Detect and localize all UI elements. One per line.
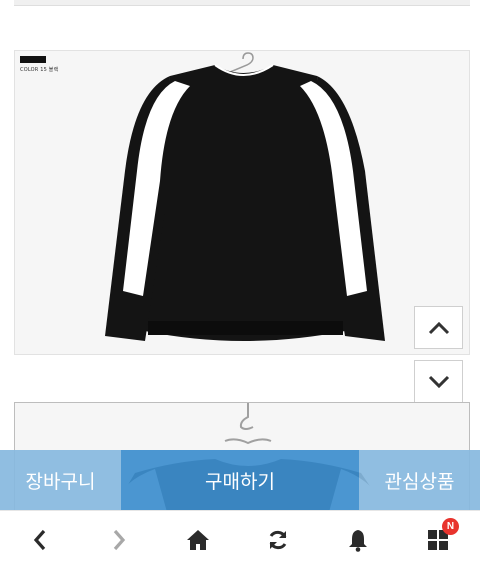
add-to-cart-button[interactable]: 장바구니: [0, 450, 121, 510]
back-button[interactable]: [10, 511, 70, 569]
scroll-down-button[interactable]: [414, 360, 463, 403]
scroll-up-button[interactable]: [414, 306, 463, 349]
chevron-down-icon: [428, 375, 449, 388]
forward-icon: [113, 529, 126, 551]
refresh-icon: [269, 530, 287, 550]
purchase-action-bar: 장바구니 구매하기 관심상품: [0, 450, 480, 510]
new-badge: N: [442, 518, 459, 535]
forward-button[interactable]: [89, 511, 149, 569]
chevron-up-icon: [428, 321, 449, 334]
previous-image-edge: [14, 0, 470, 6]
apps-button[interactable]: N: [408, 511, 468, 569]
wishlist-button[interactable]: 관심상품: [359, 450, 480, 510]
home-icon: [187, 530, 209, 550]
bell-icon: [349, 530, 367, 552]
home-button[interactable]: [168, 511, 228, 569]
product-image: COLOR 15 블랙: [14, 50, 470, 355]
back-icon: [33, 529, 46, 551]
sweater-illustration: [105, 52, 385, 341]
browser-nav-bar: N: [0, 510, 480, 568]
refresh-button[interactable]: [248, 511, 308, 569]
notifications-button[interactable]: [328, 511, 388, 569]
buy-now-button[interactable]: 구매하기: [121, 450, 359, 510]
